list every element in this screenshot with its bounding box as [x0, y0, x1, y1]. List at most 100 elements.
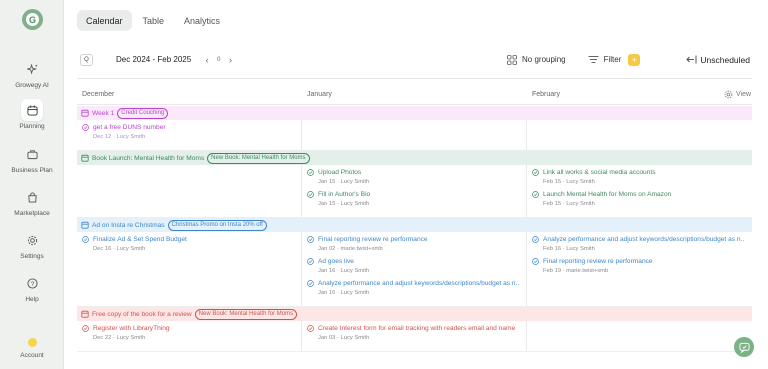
grouping-button[interactable]: No grouping: [507, 54, 566, 65]
task-check-icon: [532, 169, 539, 176]
view-settings-button[interactable]: View: [724, 90, 751, 99]
task-item[interactable]: Link all works & social media accounts Fe…: [532, 169, 752, 185]
task-title: Final reporting review re performance: [318, 236, 428, 243]
task-check-icon: [307, 236, 314, 243]
task-title: Analyze performance and adjust keywords/…: [318, 280, 519, 287]
campaign-section: Week 1 Credit Couching get a free DUNS num…: [77, 106, 752, 151]
sidebar-item-label: Business Plan: [11, 167, 53, 174]
campaign-header[interactable]: Book Launch: Mental Health for Moms New B…: [77, 151, 752, 165]
task-title: Upload Photos: [318, 169, 362, 176]
calendar-icon: [21, 99, 43, 121]
sidebar-item-planning[interactable]: Planning: [0, 99, 64, 130]
campaign-tag[interactable]: Credit Couching: [117, 107, 169, 119]
campaign-header[interactable]: Week 1 Credit Couching: [77, 106, 752, 120]
month-cell: Analyze performance and adjust keywords/…: [527, 232, 752, 306]
task-check-icon: [532, 191, 539, 198]
filter-label: Filter: [603, 55, 622, 64]
task-meta: Feb 15 · Lucy Smith: [543, 179, 595, 185]
briefcase-icon: [21, 143, 43, 165]
campaign-tag[interactable]: New Book: Mental Health for Moms: [207, 152, 310, 164]
task-check-icon: [307, 169, 314, 176]
task-item[interactable]: Final reporting review re performance Jan…: [307, 236, 526, 252]
task-meta: Jan 15 · Lucy Smith: [318, 201, 370, 207]
task-item[interactable]: Analyze performance and adjust keywords/…: [532, 236, 752, 252]
chat-fab-button[interactable]: [734, 337, 754, 357]
tab-table[interactable]: Table: [134, 10, 174, 31]
sidebar-item-label: Help: [25, 296, 39, 303]
grouping-label: No grouping: [522, 55, 566, 64]
calendar-grid: Week 1 Credit Couching get a free DUNS num…: [77, 106, 752, 369]
view-tabs: Calendar Table Analytics: [77, 10, 229, 31]
month-cell: [302, 120, 527, 150]
app-logo[interactable]: G: [22, 9, 43, 30]
sidebar-item-growegy-ai[interactable]: Growegy AI: [0, 58, 64, 89]
date-range-label: Dec 2024 - Feb 2025: [116, 55, 192, 64]
prev-period-button[interactable]: ‹: [203, 55, 211, 65]
tab-analytics[interactable]: Analytics: [175, 10, 229, 31]
task-meta: Jan 03 · Lucy Smith: [318, 335, 370, 341]
quarter-button[interactable]: Q: [80, 53, 93, 66]
unscheduled-button[interactable]: Unscheduled: [686, 55, 750, 65]
task-item[interactable]: Launch Mental Health for Moms on Amazon F…: [532, 191, 752, 207]
column-header-january: January: [307, 91, 332, 98]
task-meta: Dec 12 · Lucy Smith: [93, 134, 146, 140]
tab-calendar[interactable]: Calendar: [77, 10, 132, 31]
task-item[interactable]: Register with LibraryThing Dec 22 · Lucy …: [82, 325, 301, 341]
bag-icon: [21, 186, 43, 208]
month-cell: Finalize Ad & Set Spend Budget Dec 16 · L…: [77, 232, 302, 306]
task-title: Finalize Ad & Set Spend Budget: [93, 236, 187, 243]
task-item[interactable]: Create Interest form for email tracking …: [307, 325, 526, 341]
campaign-section: Free copy of the book for a review New Bo…: [77, 307, 752, 352]
task-meta: Dec 22 · Lucy Smith: [93, 335, 146, 341]
task-title: Ad goes live: [318, 258, 354, 265]
task-item[interactable]: Ad goes live Jan 16 · Lucy Smith: [307, 258, 526, 274]
campaign-tag[interactable]: Christmas Promo on Insta 20% off: [167, 219, 267, 231]
task-meta: Feb 19 · marie.twist+smb: [543, 268, 609, 274]
task-check-icon: [82, 325, 89, 332]
campaign-icon: [81, 221, 89, 229]
campaign-tag[interactable]: New Book: Mental Health for Moms: [194, 308, 298, 320]
unscheduled-label: Unscheduled: [700, 54, 750, 65]
task-item[interactable]: Final reporting review re performance Feb…: [532, 258, 752, 274]
task-meta: Jan 15 · Lucy Smith: [318, 179, 370, 185]
sidebar-item-help[interactable]: ? Help: [0, 272, 64, 303]
sidebar-item-settings[interactable]: Settings: [0, 229, 64, 260]
sidebar-item-label: Growegy AI: [15, 82, 49, 89]
campaign-icon: [81, 154, 89, 162]
sidebar-item-account[interactable]: Account: [0, 338, 64, 359]
task-meta: Dec 16 · Lucy Smith: [93, 246, 146, 252]
sidebar-item-business-plan[interactable]: Business Plan: [0, 143, 64, 174]
task-title: Fill in Author's Bio: [318, 191, 371, 198]
account-label: Account: [20, 352, 44, 359]
task-item[interactable]: Upload Photos Jan 15 · Lucy Smith: [307, 169, 526, 185]
campaign-section: Book Launch: Mental Health for Moms New B…: [77, 151, 752, 218]
task-check-icon: [307, 325, 314, 332]
task-check-icon: [532, 258, 539, 265]
column-header-december: December: [82, 91, 115, 98]
next-period-button[interactable]: ›: [227, 55, 235, 65]
month-cell: Create Interest form for email tracking …: [302, 321, 527, 351]
task-item[interactable]: Finalize Ad & Set Spend Budget Dec 16 · L…: [82, 236, 301, 252]
campaign-title: Free copy of the book for a review: [92, 310, 192, 318]
chat-icon: [738, 342, 750, 353]
task-title: Register with LibraryThing: [93, 325, 170, 332]
task-check-icon: [532, 236, 539, 243]
task-check-icon: [82, 236, 89, 243]
campaign-header[interactable]: Ad on Insta re Christmas Christmas Promo …: [77, 218, 752, 232]
gear-icon: [21, 229, 43, 251]
task-check-icon: [307, 258, 314, 265]
logo-letter: G: [26, 13, 39, 26]
month-cell: Upload Photos Jan 15 · Lucy Smith Fill in …: [302, 165, 527, 217]
campaign-header[interactable]: Free copy of the book for a review New Bo…: [77, 307, 752, 321]
filter-button[interactable]: Filter: [588, 55, 622, 64]
toolbar-divider: [77, 78, 752, 79]
add-button[interactable]: +: [628, 53, 641, 66]
view-label: View: [736, 91, 752, 98]
task-meta: Jan 16 · Lucy Smith: [318, 290, 370, 296]
task-item[interactable]: get a free DUNS number Dec 12 · Lucy Smit…: [82, 124, 301, 140]
column-header-february: February: [532, 91, 561, 98]
task-item[interactable]: Fill in Author's Bio Jan 15 · Lucy Smith: [307, 191, 526, 207]
campaign-title: Week 1: [92, 109, 115, 117]
sidebar-item-marketplace[interactable]: Marketplace: [0, 186, 64, 217]
task-item[interactable]: Analyze performance and adjust keywords/…: [307, 280, 526, 296]
